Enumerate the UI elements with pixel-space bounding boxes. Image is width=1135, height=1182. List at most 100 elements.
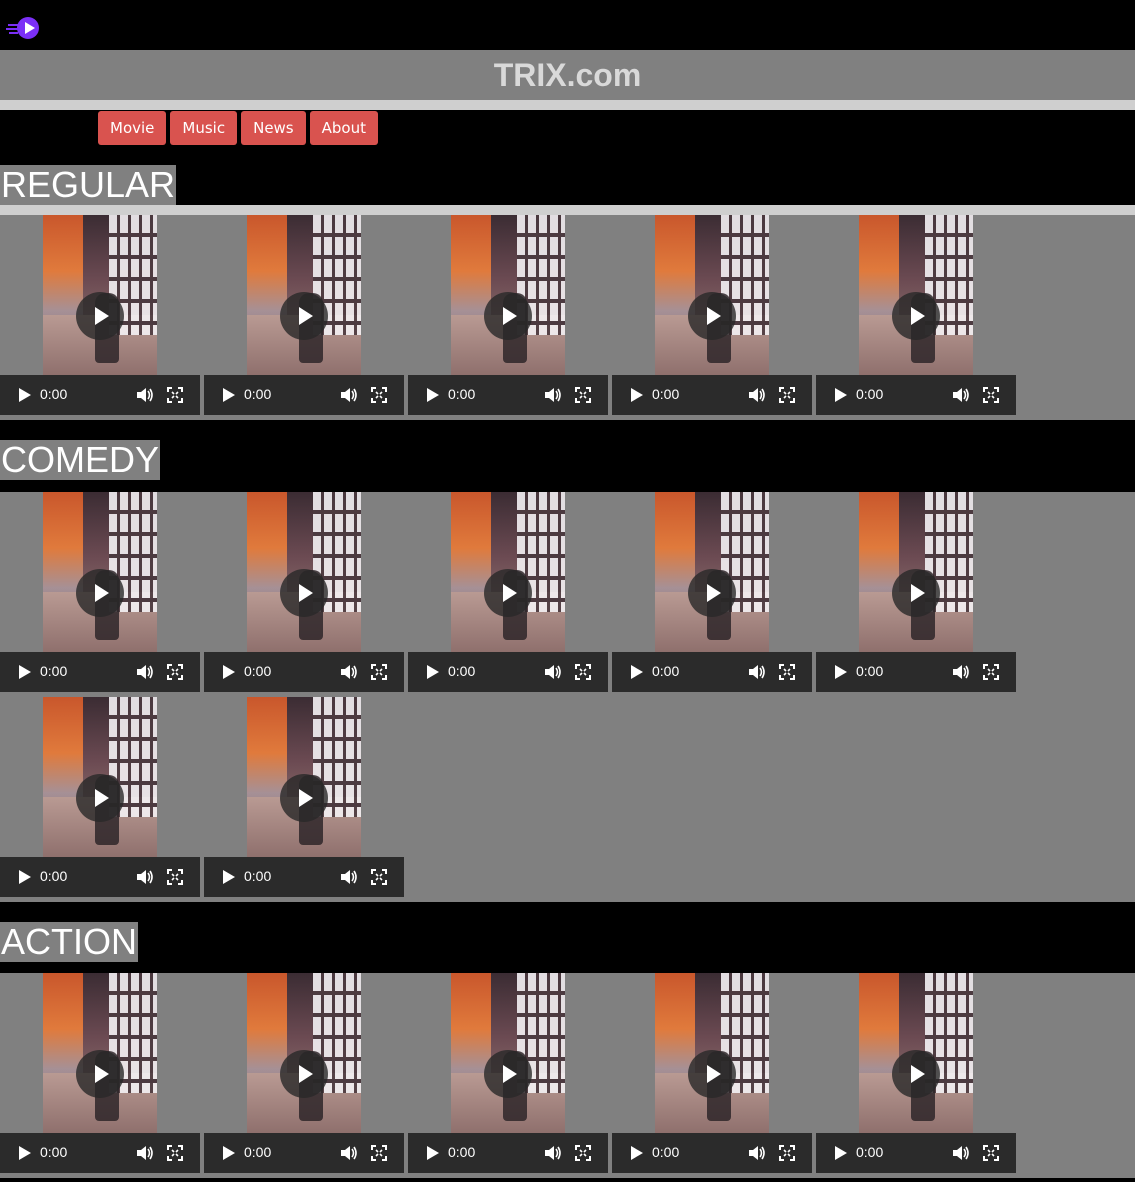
play-icon[interactable]: [631, 665, 643, 679]
video-player[interactable]: 0:00: [0, 492, 200, 692]
volume-icon[interactable]: [748, 663, 766, 681]
video-player[interactable]: 0:00: [204, 492, 404, 692]
video-player[interactable]: 0:00: [408, 492, 608, 692]
volume-icon[interactable]: [340, 868, 358, 886]
big-play-icon[interactable]: [688, 569, 736, 617]
video-player[interactable]: 0:00: [0, 973, 200, 1173]
volume-icon[interactable]: [136, 868, 154, 886]
video-player[interactable]: 0:00: [408, 973, 608, 1173]
fullscreen-icon[interactable]: [779, 1145, 795, 1161]
big-play-icon[interactable]: [484, 569, 532, 617]
play-icon[interactable]: [19, 870, 31, 884]
big-play-icon[interactable]: [76, 1050, 124, 1098]
fullscreen-icon[interactable]: [575, 664, 591, 680]
fullscreen-icon[interactable]: [983, 387, 999, 403]
video-controls: 0:00: [0, 375, 200, 415]
fullscreen-icon[interactable]: [167, 664, 183, 680]
volume-icon[interactable]: [136, 663, 154, 681]
video-time: 0:00: [40, 663, 68, 679]
volume-icon[interactable]: [136, 386, 154, 404]
play-icon[interactable]: [223, 665, 235, 679]
big-play-icon[interactable]: [76, 569, 124, 617]
video-controls: 0:00: [408, 1133, 608, 1173]
big-play-icon[interactable]: [892, 569, 940, 617]
fullscreen-icon[interactable]: [983, 664, 999, 680]
nav-about-button[interactable]: About: [309, 111, 378, 145]
video-player[interactable]: 0:00: [204, 697, 404, 897]
fullscreen-icon[interactable]: [371, 869, 387, 885]
volume-icon[interactable]: [136, 1144, 154, 1162]
volume-icon[interactable]: [952, 663, 970, 681]
video-player[interactable]: 0:00: [816, 215, 1016, 415]
fullscreen-icon[interactable]: [167, 387, 183, 403]
volume-icon[interactable]: [340, 386, 358, 404]
volume-icon[interactable]: [544, 663, 562, 681]
video-player[interactable]: 0:00: [612, 973, 812, 1173]
play-logo-icon[interactable]: [6, 14, 42, 42]
play-icon[interactable]: [631, 388, 643, 402]
play-icon[interactable]: [19, 388, 31, 402]
video-player[interactable]: 0:00: [816, 973, 1016, 1173]
fullscreen-icon[interactable]: [371, 664, 387, 680]
video-time: 0:00: [448, 1144, 476, 1160]
video-player[interactable]: 0:00: [0, 215, 200, 415]
play-icon[interactable]: [223, 870, 235, 884]
video-player[interactable]: 0:00: [0, 697, 200, 897]
volume-icon[interactable]: [748, 1144, 766, 1162]
fullscreen-icon[interactable]: [575, 387, 591, 403]
big-play-icon[interactable]: [280, 569, 328, 617]
play-icon[interactable]: [835, 1146, 847, 1160]
video-player[interactable]: 0:00: [204, 973, 404, 1173]
video-time: 0:00: [652, 663, 680, 679]
video-time: 0:00: [40, 1144, 68, 1160]
video-controls: 0:00: [816, 1133, 1016, 1173]
big-play-icon[interactable]: [688, 292, 736, 340]
fullscreen-icon[interactable]: [371, 387, 387, 403]
volume-icon[interactable]: [748, 386, 766, 404]
volume-icon[interactable]: [544, 386, 562, 404]
play-icon[interactable]: [427, 388, 439, 402]
fullscreen-icon[interactable]: [983, 1145, 999, 1161]
video-player[interactable]: 0:00: [612, 492, 812, 692]
big-play-icon[interactable]: [484, 292, 532, 340]
big-play-icon[interactable]: [280, 292, 328, 340]
nav-bar: Movie Music News About: [98, 111, 378, 145]
big-play-icon[interactable]: [688, 1050, 736, 1098]
nav-music-button[interactable]: Music: [170, 111, 238, 145]
play-icon[interactable]: [631, 1146, 643, 1160]
big-play-icon[interactable]: [892, 292, 940, 340]
volume-icon[interactable]: [340, 663, 358, 681]
big-play-icon[interactable]: [892, 1050, 940, 1098]
video-player[interactable]: 0:00: [204, 215, 404, 415]
play-icon[interactable]: [19, 1146, 31, 1160]
play-icon[interactable]: [835, 388, 847, 402]
fullscreen-icon[interactable]: [371, 1145, 387, 1161]
volume-icon[interactable]: [544, 1144, 562, 1162]
video-time: 0:00: [856, 1144, 884, 1160]
volume-icon[interactable]: [340, 1144, 358, 1162]
fullscreen-icon[interactable]: [779, 387, 795, 403]
nav-movie-button[interactable]: Movie: [98, 111, 167, 145]
play-icon[interactable]: [223, 1146, 235, 1160]
big-play-icon[interactable]: [76, 292, 124, 340]
play-icon[interactable]: [427, 1146, 439, 1160]
video-player[interactable]: 0:00: [816, 492, 1016, 692]
fullscreen-icon[interactable]: [575, 1145, 591, 1161]
video-time: 0:00: [856, 663, 884, 679]
video-player[interactable]: 0:00: [612, 215, 812, 415]
big-play-icon[interactable]: [76, 774, 124, 822]
volume-icon[interactable]: [952, 1144, 970, 1162]
play-icon[interactable]: [427, 665, 439, 679]
nav-news-button[interactable]: News: [241, 111, 306, 145]
fullscreen-icon[interactable]: [167, 869, 183, 885]
fullscreen-icon[interactable]: [779, 664, 795, 680]
big-play-icon[interactable]: [484, 1050, 532, 1098]
video-player[interactable]: 0:00: [408, 215, 608, 415]
big-play-icon[interactable]: [280, 1050, 328, 1098]
volume-icon[interactable]: [952, 386, 970, 404]
play-icon[interactable]: [835, 665, 847, 679]
big-play-icon[interactable]: [280, 774, 328, 822]
fullscreen-icon[interactable]: [167, 1145, 183, 1161]
play-icon[interactable]: [19, 665, 31, 679]
play-icon[interactable]: [223, 388, 235, 402]
